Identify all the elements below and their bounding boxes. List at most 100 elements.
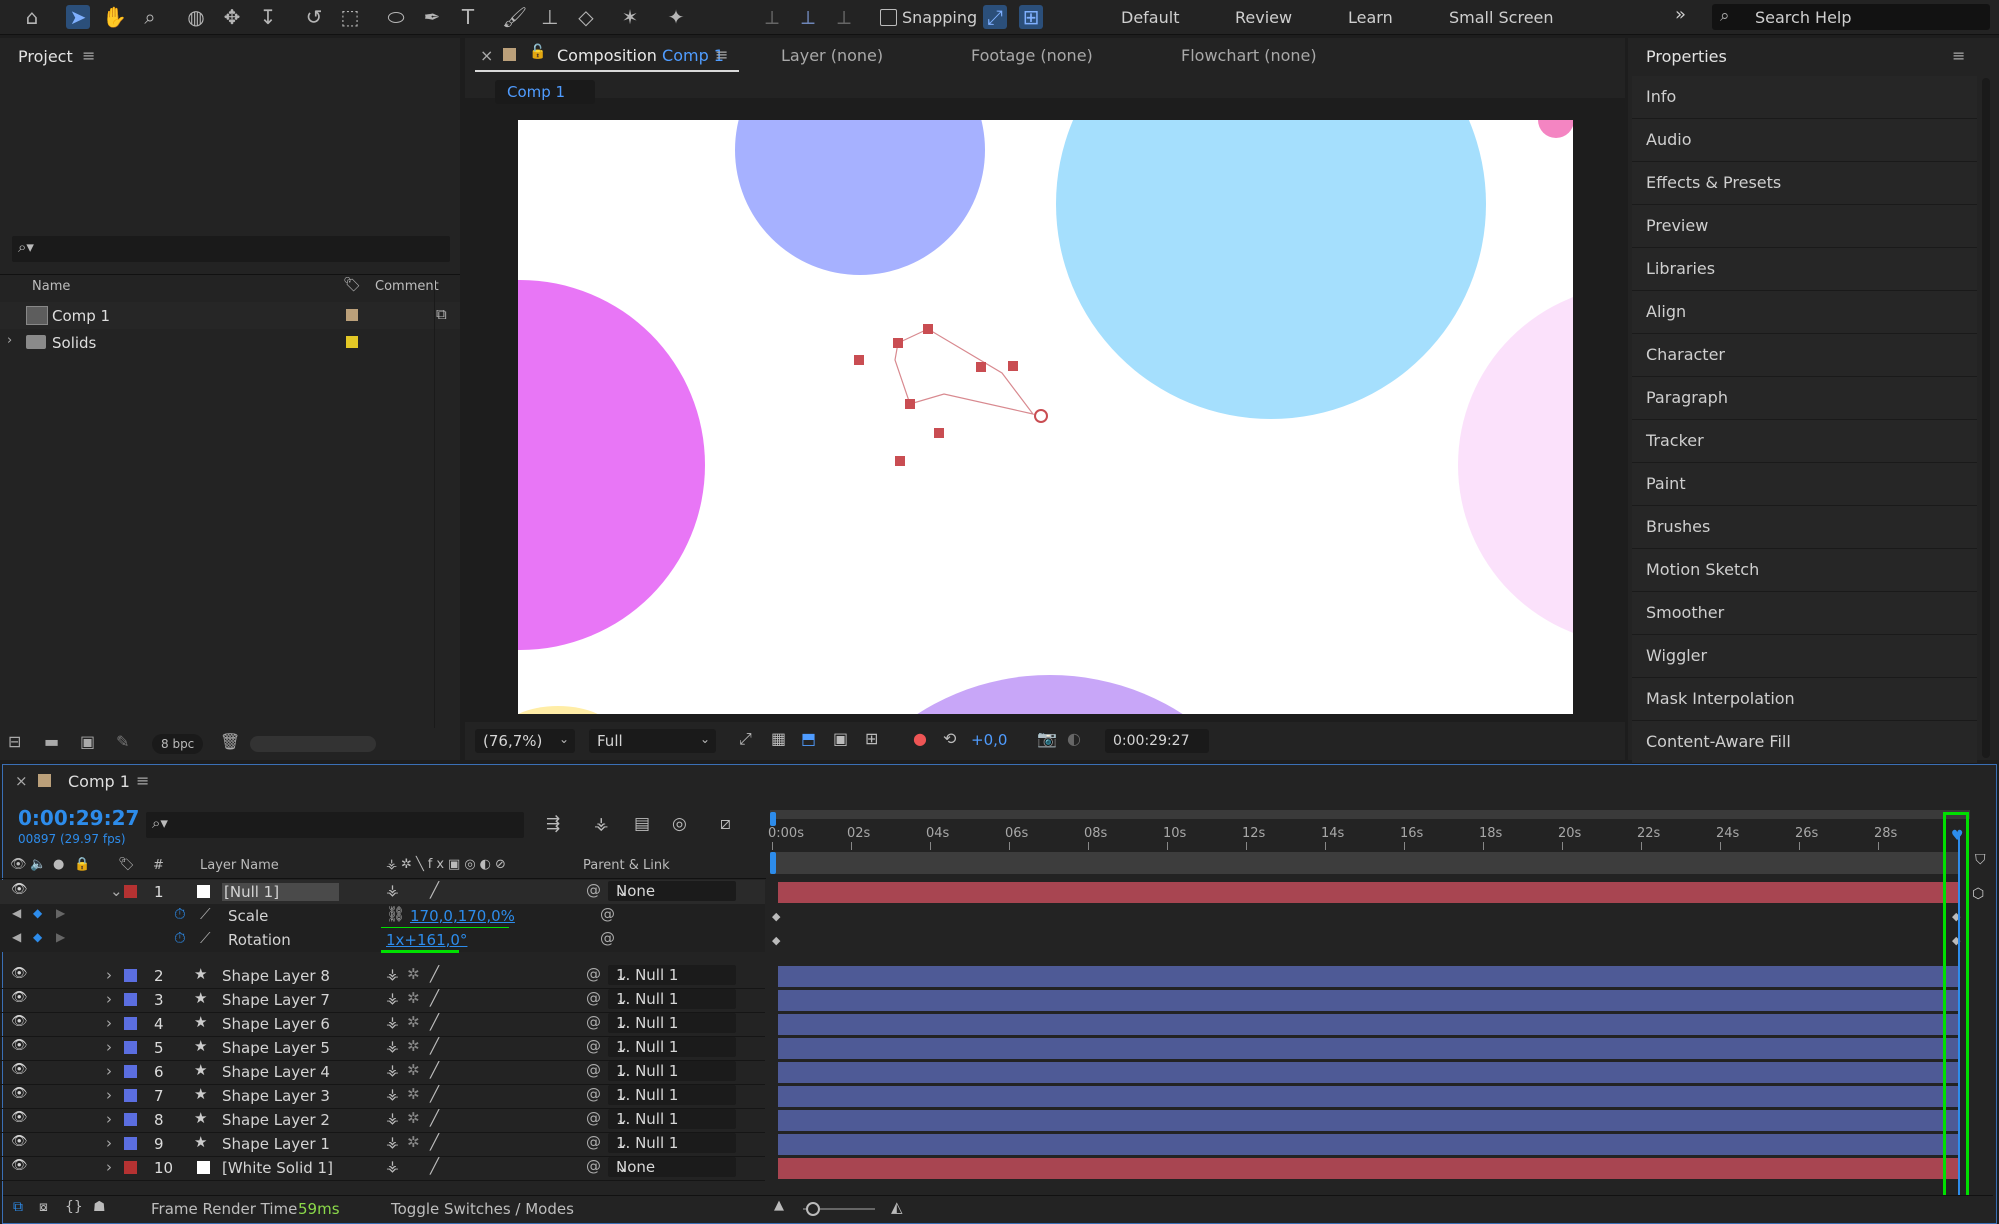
label-color-swatch[interactable] (346, 336, 358, 348)
pickwhip-icon[interactable]: @ (586, 1133, 601, 1151)
parent-dropdown[interactable]: 1. Null 1 ⌄ (608, 989, 736, 1009)
shy-switch-icon[interactable]: ⚶ (386, 881, 399, 899)
tab-footage[interactable]: Footage (none) (971, 46, 1093, 65)
graph-icon[interactable]: ⟋ (200, 905, 211, 923)
work-area-start[interactable] (770, 812, 776, 826)
transparency-grid-icon[interactable]: ▦ (771, 729, 786, 748)
quality-switch-icon[interactable]: ╱ (430, 1133, 439, 1151)
collapse-switch-icon[interactable]: ✲ (407, 989, 420, 1007)
composition-menu-icon[interactable]: ≡ (715, 45, 728, 64)
lock-icon[interactable]: 🔓 (529, 44, 546, 60)
add-keyframe-icon[interactable]: ◆ (33, 906, 42, 920)
adjust-project-settings-icon[interactable]: ✎ (116, 732, 129, 751)
collapse-switch-icon[interactable]: ✲ (407, 1013, 420, 1031)
label-color-swatch[interactable] (124, 1065, 137, 1078)
rotation-value[interactable]: 1x+161,0° (386, 931, 467, 949)
switches-header-icons[interactable]: ⚶✲╲fx▣◎◐⊘ (386, 857, 510, 872)
collapse-switch-icon[interactable]: ✲ (407, 1061, 420, 1079)
label-color-swatch[interactable] (124, 969, 137, 982)
layer-row[interactable]: 👁 › 4 ★ Shape Layer 6 ⚶ ✲ ╱ @1. Null 1 ⌄ (0, 1012, 765, 1037)
layer-row[interactable]: 👁 › 5 ★ Shape Layer 5 ⚶ ✲ ╱ @1. Null 1 ⌄ (0, 1036, 765, 1061)
parent-dropdown[interactable]: 1. Null 1 ⌄ (608, 1061, 736, 1081)
project-item-comp[interactable]: Comp 1 ⧉ (0, 302, 460, 329)
parent-dropdown[interactable]: 1. Null 1 ⌄ (608, 965, 736, 985)
layer-duration-bar[interactable] (778, 1038, 1958, 1059)
workspace-default[interactable]: Default (1121, 8, 1179, 27)
type-tool-icon[interactable]: T (456, 5, 480, 29)
parent-dropdown[interactable]: None ⌄ (608, 1157, 736, 1177)
selection-tool-icon[interactable]: ➤ (66, 5, 90, 29)
label-color-swatch[interactable] (124, 1017, 137, 1030)
roto-brush-icon[interactable]: ✶ (618, 5, 642, 29)
expand-arrow-icon[interactable]: › (106, 990, 112, 1008)
properties-item-paint[interactable]: Paint (1632, 463, 1977, 506)
label-color-swatch[interactable] (124, 885, 137, 898)
layer-duration-bar[interactable] (778, 966, 1958, 987)
properties-menu-icon[interactable]: ≡ (1952, 46, 1965, 65)
layer-duration-bar[interactable] (778, 882, 1958, 903)
current-time[interactable]: 0:00:29:27 (18, 806, 139, 830)
zoom-tool-icon[interactable]: ⌕ (138, 5, 162, 29)
layer-name[interactable]: Shape Layer 4 (222, 1063, 330, 1081)
new-folder-icon[interactable]: ▬ (44, 732, 59, 751)
properties-item-preview[interactable]: Preview (1632, 205, 1977, 248)
parent-dropdown[interactable]: 1. Null 1 ⌄ (608, 1037, 736, 1057)
comp-breadcrumb[interactable]: Comp 1 (495, 80, 595, 104)
grid-guides-icon[interactable]: ⊞ (865, 729, 878, 748)
show-snapshot-icon[interactable]: ◐ (1067, 729, 1081, 748)
properties-item-effects-presets[interactable]: Effects & Presets (1632, 162, 1977, 205)
eye-icon[interactable]: 👁 (11, 1038, 28, 1053)
properties-item-align[interactable]: Align (1632, 291, 1977, 334)
toggle-switches-modes[interactable]: Toggle Switches / Modes (391, 1200, 574, 1218)
properties-item-info[interactable]: Info (1632, 76, 1977, 119)
timeline-navigator[interactable] (770, 852, 1960, 874)
chevron-down-icon[interactable]: ⌄ (110, 882, 123, 900)
keyframe-start-scale[interactable]: ◆ (772, 910, 780, 923)
project-search-input[interactable]: ⌕▾ (12, 236, 450, 262)
exposure-value[interactable]: +0,0 (971, 731, 1007, 749)
audio-toggle-icon[interactable]: 🔈 (30, 857, 46, 872)
fast-previews-icon[interactable]: ⤢ (739, 729, 752, 749)
quality-switch-icon[interactable]: ╱ (430, 1085, 439, 1103)
parent-dropdown[interactable]: None ⌄ (608, 881, 736, 901)
workspace-review[interactable]: Review (1235, 8, 1292, 27)
label-tag-icon[interactable]: 🏷 (343, 277, 361, 293)
shy-switch-icon[interactable]: ⚶ (386, 1133, 399, 1151)
eye-icon[interactable]: 👁 (11, 1158, 28, 1173)
pickwhip-icon[interactable]: @ (586, 989, 601, 1007)
pan-behind-icon[interactable]: ⬚ (338, 5, 362, 29)
col-parent-link[interactable]: Parent & Link (583, 858, 670, 873)
properties-item-paragraph[interactable]: Paragraph (1632, 377, 1977, 420)
pan-camera-icon[interactable]: ✥ (220, 5, 244, 29)
layer-duration-bar[interactable] (778, 1014, 1958, 1035)
label-color-swatch[interactable] (124, 1113, 137, 1126)
pen-tool-icon[interactable]: ✒ (420, 5, 444, 29)
local-axis-icon[interactable]: ⟂ (760, 5, 784, 29)
graph-editor-icon[interactable]: ⧄ (720, 814, 731, 834)
zoom-out-icon[interactable]: ▲ (774, 1198, 784, 1213)
collapse-switch-icon[interactable]: ✲ (407, 1109, 420, 1127)
resolution-dropdown[interactable]: Full ⌄ (589, 729, 716, 753)
parent-dropdown[interactable]: 1. Null 1 ⌄ (608, 1013, 736, 1033)
comp-mini-flowchart-icon[interactable]: ⇶ (546, 814, 560, 834)
label-color-swatch[interactable] (124, 1089, 137, 1102)
collapse-switch-icon[interactable]: ✲ (407, 965, 420, 983)
properties-scrollbar[interactable] (1982, 78, 1990, 758)
quality-switch-icon[interactable]: ╱ (430, 1061, 439, 1079)
col-layer-name[interactable]: Layer Name (200, 858, 279, 873)
eye-icon[interactable]: 👁 (11, 1062, 28, 1077)
project-item-solids[interactable]: › Solids (0, 329, 460, 356)
navigator-start-handle[interactable] (770, 852, 776, 874)
snapping-checkbox[interactable] (880, 9, 897, 26)
eye-icon[interactable]: 👁 (11, 882, 28, 897)
layer-switches-toggle-icon[interactable]: ⧉ (13, 1199, 23, 1215)
stopwatch-icon[interactable]: ⏱ (174, 929, 186, 947)
layer-name[interactable]: [Null 1] (222, 883, 340, 901)
layer-name[interactable]: Shape Layer 5 (222, 1039, 330, 1057)
shy-switch-icon[interactable]: ⚶ (386, 989, 399, 1007)
quality-switch-icon[interactable]: ╱ (430, 1013, 439, 1031)
flowchart-icon[interactable]: ⧉ (436, 305, 447, 323)
expand-arrow-icon[interactable]: › (106, 1110, 112, 1128)
layer-duration-bar[interactable] (778, 1134, 1958, 1155)
layer-row[interactable]: 👁 › 6 ★ Shape Layer 4 ⚶ ✲ ╱ @1. Null 1 ⌄ (0, 1060, 765, 1085)
